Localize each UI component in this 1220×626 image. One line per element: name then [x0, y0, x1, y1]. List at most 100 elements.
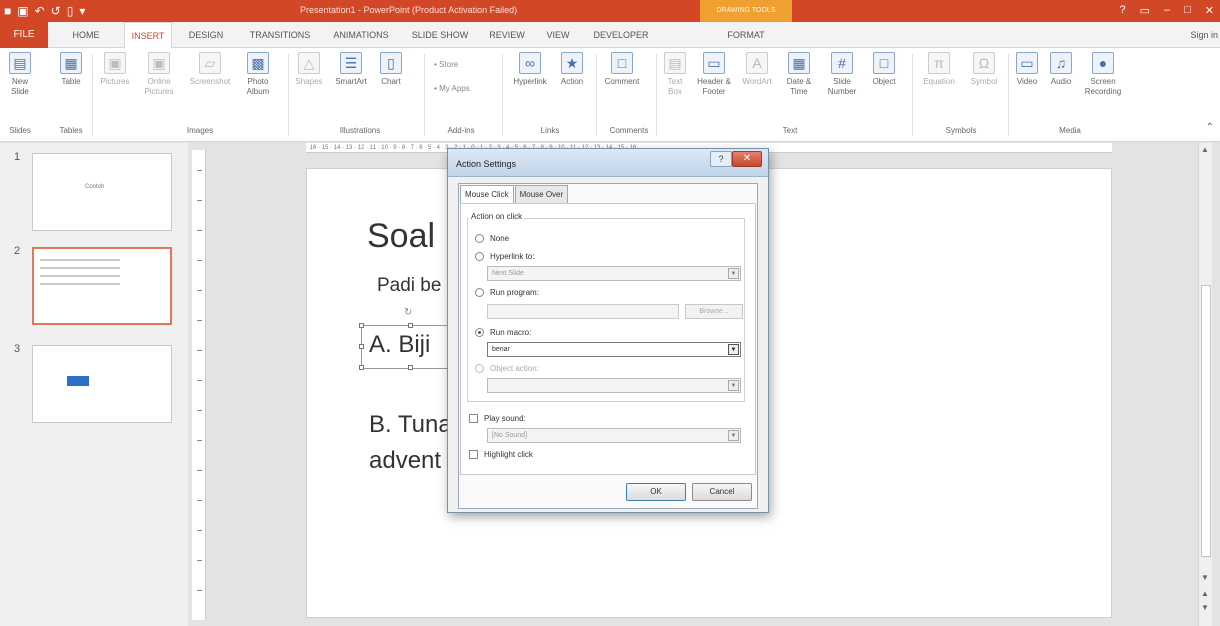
radio-none[interactable]: None — [475, 234, 509, 243]
thumbnail-number: 1 — [14, 151, 21, 163]
group-separator — [502, 54, 503, 136]
collapse-ribbon-icon[interactable]: ⌃ — [1206, 122, 1214, 133]
redo-icon[interactable]: ↺ — [51, 3, 61, 19]
save-icon[interactable]: ▣ — [17, 3, 28, 19]
audio-icon: ♫ — [1050, 52, 1072, 74]
group-label-tables: Tables — [59, 126, 83, 135]
smartart-button[interactable]: ☰ SmartArt — [330, 52, 372, 87]
online-pictures-button[interactable]: ▣ Online Pictures — [138, 52, 180, 97]
comment-button[interactable]: □ Comment — [600, 52, 644, 87]
tab-home[interactable]: HOME — [64, 22, 108, 48]
answer-option-b-line1[interactable]: B. Tuna — [369, 411, 452, 439]
browse-button[interactable]: Browse... — [685, 304, 743, 319]
screen-recording-button[interactable]: ● Screen Recording — [1080, 52, 1126, 97]
tab-transitions[interactable]: TRANSITIONS — [244, 22, 316, 48]
action-settings-dialog: Action Settings ? ✕ Mouse Click Mouse Ov… — [447, 148, 769, 513]
video-button[interactable]: ▭ Video — [1012, 52, 1042, 87]
scrollbar-thumb[interactable] — [1201, 285, 1211, 557]
dialog-close-button[interactable]: ✕ — [732, 151, 762, 167]
store-button[interactable]: ▪ Store — [434, 60, 458, 69]
window-controls: ? ▭ – □ ✕ — [1119, 4, 1214, 17]
slide-thumbnail-2[interactable] — [32, 247, 172, 325]
slide-thumbnail-3[interactable] — [32, 345, 172, 423]
vertical-scrollbar[interactable]: ▲ ▼ ▲ ▼ — [1198, 143, 1212, 626]
undo-icon[interactable]: ↶ — [35, 3, 45, 19]
wordart-button[interactable]: A WordArt — [738, 52, 776, 87]
maximize-icon[interactable]: □ — [1184, 4, 1191, 17]
group-separator — [424, 54, 425, 136]
tab-animations[interactable]: ANIMATIONS — [328, 22, 394, 48]
customize-qat-icon[interactable]: ▾ — [79, 3, 85, 19]
hyperlink-select[interactable]: Next Slide ▼ — [487, 266, 741, 281]
present-from-start-icon[interactable]: ▯ — [67, 3, 74, 19]
object-action-select[interactable]: ▼ — [487, 378, 741, 393]
macro-select[interactable]: benar ▼ — [487, 342, 741, 357]
new-slide-button[interactable]: ▤ New Slide — [6, 52, 34, 97]
my-apps-button[interactable]: ▪ My Apps — [434, 84, 470, 93]
radio-run-macro-indicator — [475, 328, 484, 337]
previous-slide-icon[interactable]: ▲ — [1201, 589, 1209, 598]
ok-button[interactable]: OK — [626, 483, 686, 501]
tab-mouse-click[interactable]: Mouse Click — [460, 185, 514, 203]
chart-button[interactable]: ▯ Chart — [376, 52, 406, 87]
radio-hyperlink[interactable]: Hyperlink to: — [475, 252, 534, 261]
group-label-comments: Comments — [609, 126, 649, 135]
run-program-input[interactable] — [487, 304, 679, 319]
slide-number-button[interactable]: # Slide Number — [822, 52, 862, 97]
help-icon[interactable]: ? — [1119, 4, 1125, 17]
play-sound-checkbox[interactable]: Play sound: — [469, 414, 526, 423]
text-box-button[interactable]: ▤ Text Box — [660, 52, 690, 97]
online-pictures-icon: ▣ — [148, 52, 170, 74]
radio-object-action[interactable]: Object action: — [475, 364, 539, 373]
symbol-button[interactable]: Ω Symbol — [964, 52, 1004, 87]
radio-run-macro[interactable]: Run macro: — [475, 328, 531, 337]
group-label-illustrations: Illustrations — [339, 126, 381, 135]
tab-view[interactable]: VIEW — [540, 22, 576, 48]
hyperlink-button[interactable]: ∞ Hyperlink — [508, 52, 552, 87]
symbol-icon: Ω — [973, 52, 995, 74]
cancel-button[interactable]: Cancel — [692, 483, 752, 501]
slide-question-text[interactable]: Padi be — [377, 275, 441, 297]
radio-run-program[interactable]: Run program: — [475, 288, 539, 297]
group-label-addins: Add-ins — [447, 126, 475, 135]
ribbon-tabs: FILE HOME INSERT DESIGN TRANSITIONS ANIM… — [0, 22, 1220, 49]
table-button[interactable]: ▦ Table — [58, 52, 84, 87]
minimize-icon[interactable]: – — [1164, 4, 1170, 17]
slide-thumbnail-1[interactable]: Contoh — [32, 153, 172, 231]
sign-in-link[interactable]: Sign in — [1190, 22, 1218, 48]
group-label-slides: Slides — [9, 126, 31, 135]
rotate-handle-icon[interactable]: ↻ — [404, 307, 412, 318]
scroll-down-icon[interactable]: ▼ — [1201, 573, 1209, 582]
tab-slide-show[interactable]: SLIDE SHOW — [408, 22, 472, 48]
tab-review[interactable]: REVIEW — [484, 22, 530, 48]
header-footer-button[interactable]: ▭ Header & Footer — [694, 52, 734, 97]
object-button[interactable]: □ Object — [866, 52, 902, 87]
equation-icon: π — [928, 52, 950, 74]
tab-mouse-over[interactable]: Mouse Over — [514, 185, 569, 203]
next-slide-icon[interactable]: ▼ — [1201, 603, 1209, 612]
tab-design[interactable]: DESIGN — [182, 22, 230, 48]
photo-album-button[interactable]: ▩ Photo Album — [240, 52, 276, 97]
date-time-button[interactable]: ▦ Date & Time — [780, 52, 818, 97]
highlight-click-checkbox[interactable]: Highlight click — [469, 450, 533, 459]
audio-button[interactable]: ♫ Audio — [1046, 52, 1076, 87]
tab-insert[interactable]: INSERT — [124, 22, 172, 49]
action-button[interactable]: ★ Action — [556, 52, 588, 87]
close-icon[interactable]: ✕ — [1205, 4, 1214, 17]
scroll-up-icon[interactable]: ▲ — [1201, 145, 1209, 154]
quick-access-toolbar: ■ ▣ ↶ ↺ ▯ ▾ — [4, 3, 85, 19]
ribbon-display-options-icon[interactable]: ▭ — [1140, 4, 1150, 17]
answer-option-a[interactable]: A. Biji — [369, 331, 430, 359]
chevron-down-icon: ▼ — [728, 268, 739, 279]
answer-option-b-line2[interactable]: advent — [369, 447, 441, 475]
dialog-help-button[interactable]: ? — [710, 151, 732, 167]
dialog-titlebar[interactable]: Action Settings ? ✕ — [448, 149, 768, 177]
tab-developer[interactable]: DEVELOPER — [588, 22, 654, 48]
equation-button[interactable]: π Equation — [916, 52, 962, 87]
tab-file[interactable]: FILE — [0, 22, 48, 48]
shapes-button[interactable]: △ Shapes — [292, 52, 326, 87]
sound-select[interactable]: [No Sound] ▼ — [487, 428, 741, 443]
screenshot-button[interactable]: ▱ Screenshot — [184, 52, 236, 87]
pictures-button[interactable]: ▣ Pictures — [96, 52, 134, 87]
tab-format[interactable]: FORMAT — [700, 22, 792, 48]
